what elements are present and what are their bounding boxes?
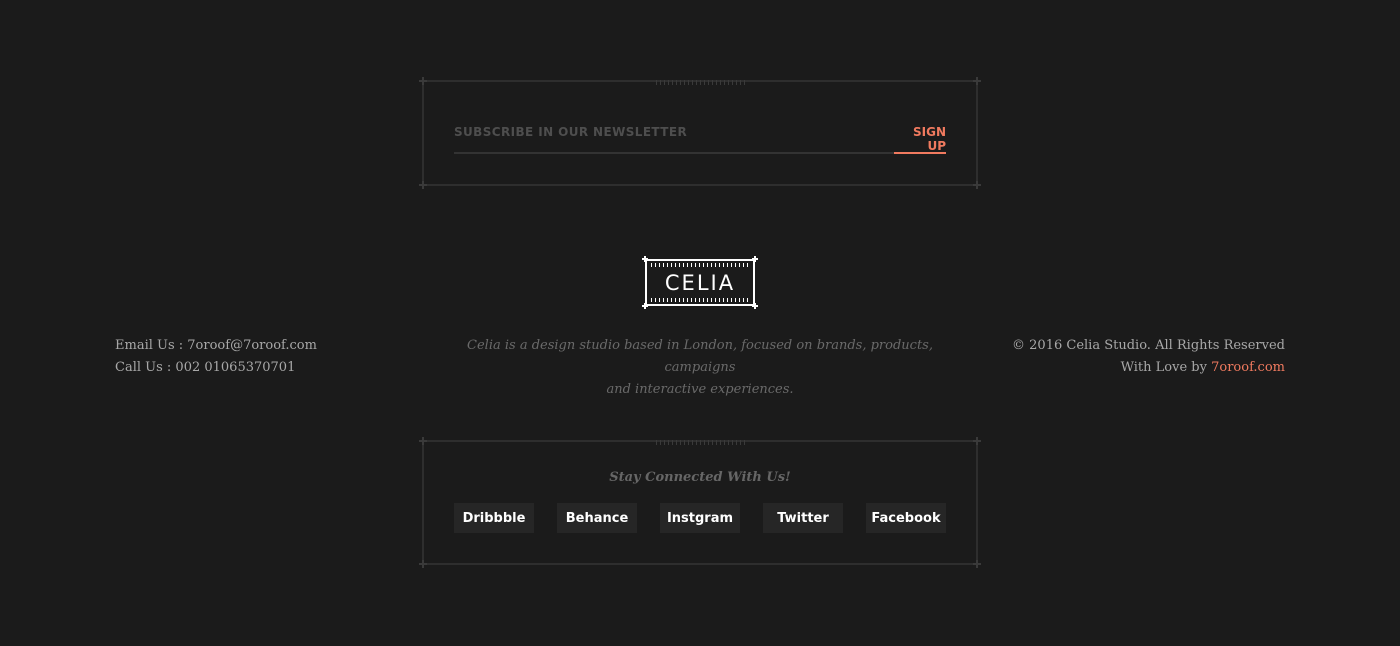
- credit-text: With Love by: [1120, 360, 1207, 375]
- frame-corner: [973, 77, 981, 85]
- frame-ticks: [656, 440, 748, 445]
- frame-ticks: [656, 80, 748, 85]
- contact-phone[interactable]: Call Us : 002 01065370701: [115, 357, 317, 379]
- contact-email[interactable]: Email Us : 7oroof@7oroof.com: [115, 335, 317, 357]
- newsletter-email-input[interactable]: SUBSCRIBE IN OUR NEWSLETTER: [454, 125, 894, 154]
- logo-text: CELIA: [664, 270, 736, 295]
- sign-up-button[interactable]: SIGN UP: [894, 125, 946, 154]
- behance-button[interactable]: Behance: [557, 503, 637, 533]
- logo-corner: [752, 303, 758, 309]
- credit-line: With Love by 7oroof.com: [1012, 357, 1285, 379]
- dribbble-button[interactable]: Dribbble: [454, 503, 534, 533]
- logo-corner: [642, 256, 648, 262]
- social-heading: Stay Connected With Us!: [609, 470, 791, 485]
- credit-link[interactable]: 7oroof.com: [1211, 360, 1285, 375]
- frame-corner: [419, 181, 427, 189]
- frame-corner: [973, 437, 981, 445]
- about-text: Celia is a design studio based in London…: [440, 335, 960, 401]
- logo-corner: [752, 256, 758, 262]
- newsletter-box: SUBSCRIBE IN OUR NEWSLETTER SIGN UP: [419, 77, 981, 189]
- frame-corner: [419, 560, 427, 568]
- frame-corner: [973, 181, 981, 189]
- frame-corner: [419, 437, 427, 445]
- copyright-info: © 2016 Celia Studio. All Rights Reserved…: [1012, 335, 1285, 379]
- celia-logo[interactable]: CELIA: [642, 256, 758, 309]
- social-links: Dribbble Behance Instgram Twitter Facebo…: [454, 503, 946, 533]
- logo-corner: [642, 303, 648, 309]
- about-line-1: Celia is a design studio based in London…: [467, 338, 933, 375]
- newsletter-placeholder: SUBSCRIBE IN OUR NEWSLETTER: [454, 125, 688, 139]
- about-line-2: and interactive experiences.: [606, 382, 794, 397]
- copyright-line: © 2016 Celia Studio. All Rights Reserved: [1012, 338, 1285, 353]
- instagram-button[interactable]: Instgram: [660, 503, 740, 533]
- contact-info: Email Us : 7oroof@7oroof.com Call Us : 0…: [115, 335, 317, 379]
- frame-corner: [973, 560, 981, 568]
- frame-corner: [419, 77, 427, 85]
- twitter-button[interactable]: Twitter: [763, 503, 843, 533]
- social-box: Stay Connected With Us! Dribbble Behance…: [419, 437, 981, 568]
- facebook-button[interactable]: Facebook: [866, 503, 946, 533]
